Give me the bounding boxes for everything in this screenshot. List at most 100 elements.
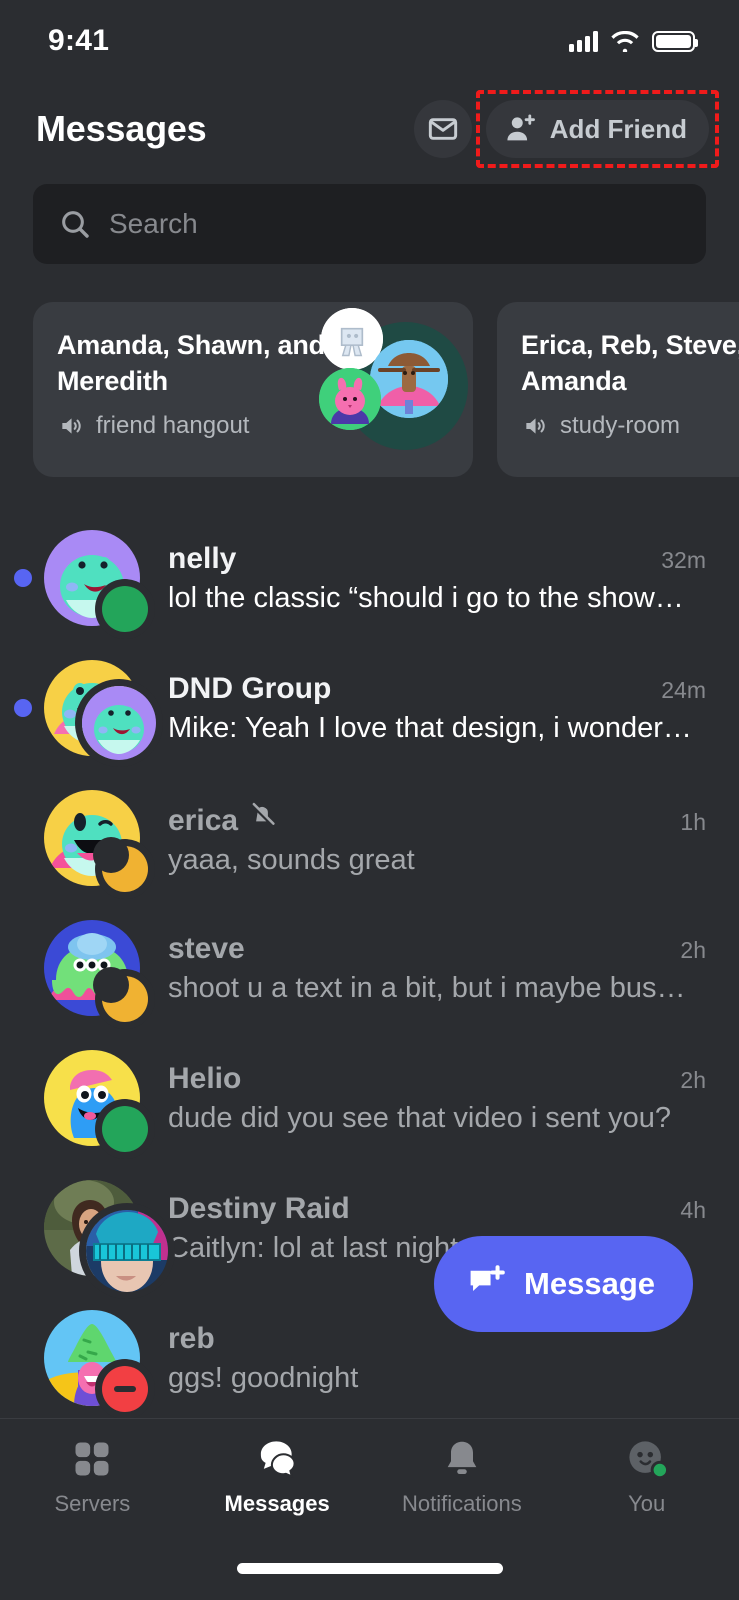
list-item-body: reb ggs! goodnight (168, 1322, 706, 1395)
add-friend-label: Add Friend (550, 114, 687, 145)
person-add-icon (504, 113, 538, 145)
avatar (44, 530, 152, 626)
avatar (44, 1180, 152, 1276)
status-bar-indicators (569, 30, 695, 52)
unread-indicator (14, 569, 32, 587)
conversation-name: erica (168, 804, 238, 838)
message-preview: yaaa, sounds great (168, 844, 706, 877)
list-item-body: DND Group 24m Mike: Yeah I love that des… (168, 672, 706, 745)
list-item[interactable]: nelly 32m lol the classic “should i go t… (0, 513, 739, 643)
bottom-navigation: Servers Messages Notifications (0, 1418, 739, 1600)
tab-label: Notifications (402, 1491, 522, 1517)
timestamp: 1h (680, 809, 706, 836)
list-item[interactable]: steve 2h shoot u a text in a bit, but i … (0, 903, 739, 1033)
voice-card-avatars (315, 308, 473, 468)
wifi-icon (611, 31, 639, 52)
message-preview: ggs! goodnight (168, 1362, 706, 1395)
voice-card[interactable]: Erica, Reb, Steve, Amanda study-room (497, 302, 739, 477)
speaker-icon (57, 413, 85, 439)
avatar (44, 1050, 152, 1146)
grid-icon (70, 1433, 114, 1481)
conversation-name: steve (168, 932, 245, 966)
tab-label: Messages (225, 1491, 330, 1517)
tab-servers[interactable]: Servers (0, 1433, 185, 1545)
mail-icon (427, 113, 459, 145)
message-preview: lol the classic “should i go to the show… (168, 582, 706, 615)
timestamp: 24m (661, 677, 706, 704)
chat-bubbles-icon (254, 1433, 300, 1481)
avatar (44, 920, 152, 1016)
status-bar: 9:41 (0, 0, 739, 82)
list-item-body: Helio 2h dude did you see that video i s… (168, 1062, 706, 1135)
list-item[interactable]: erica 1h yaaa, sounds great (0, 773, 739, 903)
conversation-name: nelly (168, 542, 236, 576)
timestamp: 32m (661, 547, 706, 574)
new-message-icon (464, 1263, 508, 1305)
voice-card-title: Erica, Reb, Steve, Amanda (521, 328, 739, 400)
list-item-body: nelly 32m lol the classic “should i go t… (168, 542, 706, 615)
list-item[interactable]: Helio 2h dude did you see that video i s… (0, 1033, 739, 1163)
search-input[interactable]: Search (109, 208, 198, 240)
tab-label: You (628, 1491, 665, 1517)
conversation-name: DND Group (168, 672, 331, 706)
timestamp: 4h (680, 1197, 706, 1224)
list-item-header: erica 1h (168, 800, 706, 838)
list-item-body: steve 2h shoot u a text in a bit, but i … (168, 932, 706, 1005)
voice-card-channel: study-room (560, 412, 680, 440)
status-bar-time: 9:41 (48, 24, 109, 58)
voice-card[interactable]: Amanda, Shawn, and Meredith friend hango… (33, 302, 473, 477)
voice-card-channel: friend hangout (96, 412, 249, 440)
speaker-icon (521, 413, 549, 439)
status-badge (102, 1106, 148, 1152)
list-item-header: steve 2h (168, 932, 706, 966)
tab-label: Servers (54, 1491, 130, 1517)
battery-icon (652, 31, 695, 52)
mail-button[interactable] (414, 100, 472, 158)
voice-card-channel-row: study-room (521, 412, 739, 440)
bell-muted-icon (248, 800, 278, 830)
voice-participant-avatar (319, 368, 381, 430)
avatar-image-secondary (86, 1210, 168, 1292)
message-preview: shoot u a text in a bit, but i maybe bus… (168, 972, 706, 1005)
status-badge (102, 976, 148, 1022)
tab-notifications[interactable]: Notifications (370, 1433, 555, 1545)
active-voice-cards: Amanda, Shawn, and Meredith friend hango… (33, 302, 739, 477)
add-friend-container: Add Friend (486, 100, 709, 158)
conversation-name: reb (168, 1322, 215, 1356)
new-message-label: Message (524, 1266, 655, 1302)
search-bar[interactable]: Search (33, 184, 706, 264)
avatar (44, 660, 152, 756)
tab-messages[interactable]: Messages (185, 1433, 370, 1545)
list-item-header: Destiny Raid 4h (168, 1192, 706, 1226)
search-icon (59, 208, 91, 240)
page-header: Messages Add Friend (0, 82, 739, 176)
list-item-header: Helio 2h (168, 1062, 706, 1096)
avatar-icon (624, 1433, 670, 1481)
tab-bar: Servers Messages Notifications (0, 1419, 739, 1545)
status-badge (102, 586, 148, 632)
timestamp: 2h (680, 1067, 706, 1094)
message-preview: dude did you see that video i sent you? (168, 1102, 706, 1135)
home-indicator (237, 1563, 503, 1574)
add-friend-button[interactable]: Add Friend (486, 100, 709, 158)
message-preview: Mike: Yeah I love that design, i wonder… (168, 712, 706, 745)
bell-icon (440, 1433, 484, 1481)
status-badge (102, 846, 148, 892)
avatar-image-secondary (82, 686, 156, 760)
new-message-button[interactable]: Message (434, 1236, 693, 1332)
conversation-name: Destiny Raid (168, 1192, 350, 1226)
cellular-signal-icon (569, 30, 598, 52)
page-title: Messages (36, 108, 207, 150)
avatar (44, 790, 152, 886)
voice-participant-avatar (370, 340, 448, 418)
list-item-header: nelly 32m (168, 542, 706, 576)
conversation-name: Helio (168, 1062, 241, 1096)
list-item-body: erica 1h yaaa, sounds great (168, 800, 706, 877)
status-badge (102, 1366, 148, 1412)
voice-card-title: Amanda, Shawn, and Meredith (57, 328, 327, 400)
tab-you[interactable]: You (554, 1433, 739, 1545)
unread-indicator (14, 699, 32, 717)
timestamp: 2h (680, 937, 706, 964)
list-item[interactable]: DND Group 24m Mike: Yeah I love that des… (0, 643, 739, 773)
list-item-header: DND Group 24m (168, 672, 706, 706)
